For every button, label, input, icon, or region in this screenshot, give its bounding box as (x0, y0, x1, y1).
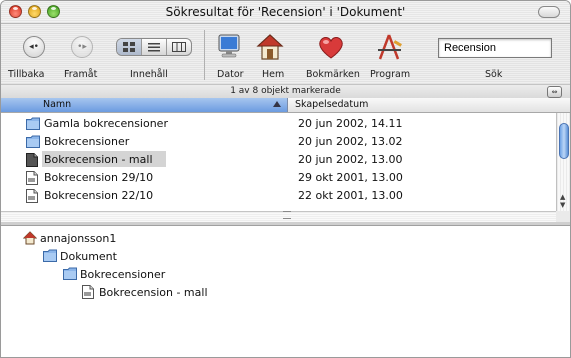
computer-icon[interactable] (214, 32, 244, 62)
view-switcher[interactable] (116, 38, 192, 56)
scroll-thumb[interactable] (559, 123, 569, 159)
name-column-label: Namn (43, 99, 72, 110)
search-label: Sök (485, 69, 503, 80)
item-date: 20 jun 2002, 14.11 (298, 117, 403, 130)
back-label: Tillbaka (8, 69, 45, 80)
status-text: 1 av 8 objekt markerade (230, 86, 341, 96)
forward-label: Framåt (64, 69, 98, 80)
view-label: Innehåll (130, 69, 168, 80)
item-name: Bokrecension 22/10 (44, 189, 154, 202)
back-arrow-icon: ◂• (29, 42, 39, 52)
list-header: Namn Skapelsedatum (1, 98, 570, 113)
splitter-grip-icon[interactable] (283, 211, 291, 219)
item-date: 22 okt 2001, 13.00 (298, 189, 403, 202)
date-column-header[interactable]: Skapelsedatum (295, 99, 368, 110)
favorites-label: Bokmärken (306, 69, 360, 80)
icon-view-icon (123, 42, 135, 52)
icon-view-button[interactable] (117, 39, 141, 55)
forward-button[interactable]: •▸ (71, 36, 93, 58)
name-column-header[interactable]: Namn (1, 98, 288, 112)
title-bar[interactable]: Sökresultat för 'Recension' i 'Dokument' (1, 1, 570, 24)
forward-arrow-icon: •▸ (77, 42, 87, 52)
path-item-label: annajonsson1 (40, 232, 117, 245)
item-name: Bokrecension - mall (44, 153, 153, 166)
home-icon[interactable] (255, 32, 285, 62)
horizontal-scrollbar[interactable] (1, 211, 556, 222)
folder-icon (63, 267, 77, 280)
list-item-selected[interactable]: Bokrecension - mall 20 jun 2002, 13.00 (1, 151, 556, 169)
results-list: Gamla bokrecensioner 20 jun 2002, 14.11 … (1, 113, 556, 211)
path-item-label: Bokrecension - mall (99, 286, 208, 299)
item-date: 29 okt 2001, 13.00 (298, 171, 403, 184)
sort-ascending-icon (273, 101, 281, 107)
path-item-label: Bokrecensioner (80, 268, 166, 281)
action-menu-button[interactable]: ⇔ (547, 86, 562, 98)
folder-icon (26, 135, 40, 148)
list-item[interactable]: Gamla bokrecensioner 20 jun 2002, 14.11 (1, 115, 556, 133)
list-item[interactable]: Bokrecension 29/10 29 okt 2001, 13.00 (1, 169, 556, 187)
toolbar-toggle-button[interactable] (538, 6, 560, 18)
action-icon: ⇔ (551, 88, 558, 96)
list-view-icon (148, 43, 160, 52)
list-view-button[interactable] (141, 39, 166, 55)
window-title: Sökresultat för 'Recension' i 'Dokument' (165, 5, 406, 19)
scroll-arrows-icon[interactable]: ▲ ▼ (560, 193, 565, 209)
back-button[interactable]: ◂• (23, 36, 45, 58)
applications-label: Program (370, 69, 411, 80)
vertical-scrollbar[interactable]: ▲ ▼ (556, 113, 570, 211)
item-name: Bokrecension 29/10 (44, 171, 154, 184)
home-icon (23, 231, 37, 245)
folder-icon (43, 249, 57, 262)
document-icon (26, 189, 38, 203)
finder-window: Sökresultat för 'Recension' i 'Dokument'… (0, 0, 571, 358)
folder-icon (26, 117, 40, 130)
computer-label: Dator (217, 69, 244, 80)
home-label: Hem (262, 69, 285, 80)
search-input[interactable] (438, 38, 552, 58)
item-name: Gamla bokrecensioner (44, 117, 168, 130)
template-document-icon (26, 153, 38, 167)
item-date: 20 jun 2002, 13.00 (298, 153, 403, 166)
list-item[interactable]: Bokrecensioner 20 jun 2002, 13.02 (1, 133, 556, 151)
template-document-icon (82, 285, 94, 299)
document-icon (26, 171, 38, 185)
toolbar: ◂• •▸ Tillbaka Framåt Innehåll Dator Hem… (1, 24, 570, 84)
applications-icon[interactable] (374, 32, 404, 62)
column-view-icon (172, 42, 186, 52)
toolbar-separator (204, 30, 205, 80)
path-item-label: Dokument (60, 250, 117, 263)
column-view-button[interactable] (166, 39, 191, 55)
item-date: 20 jun 2002, 13.02 (298, 135, 403, 148)
item-name: Bokrecensioner (44, 135, 130, 148)
status-bar: 1 av 8 objekt markerade ⇔ (1, 84, 570, 99)
location-path-pane: annajonsson1 Dokument Bokrecensioner Bok… (1, 226, 570, 357)
list-item[interactable]: Bokrecension 22/10 22 okt 2001, 13.00 (1, 187, 556, 205)
favorites-heart-icon[interactable] (316, 32, 346, 62)
